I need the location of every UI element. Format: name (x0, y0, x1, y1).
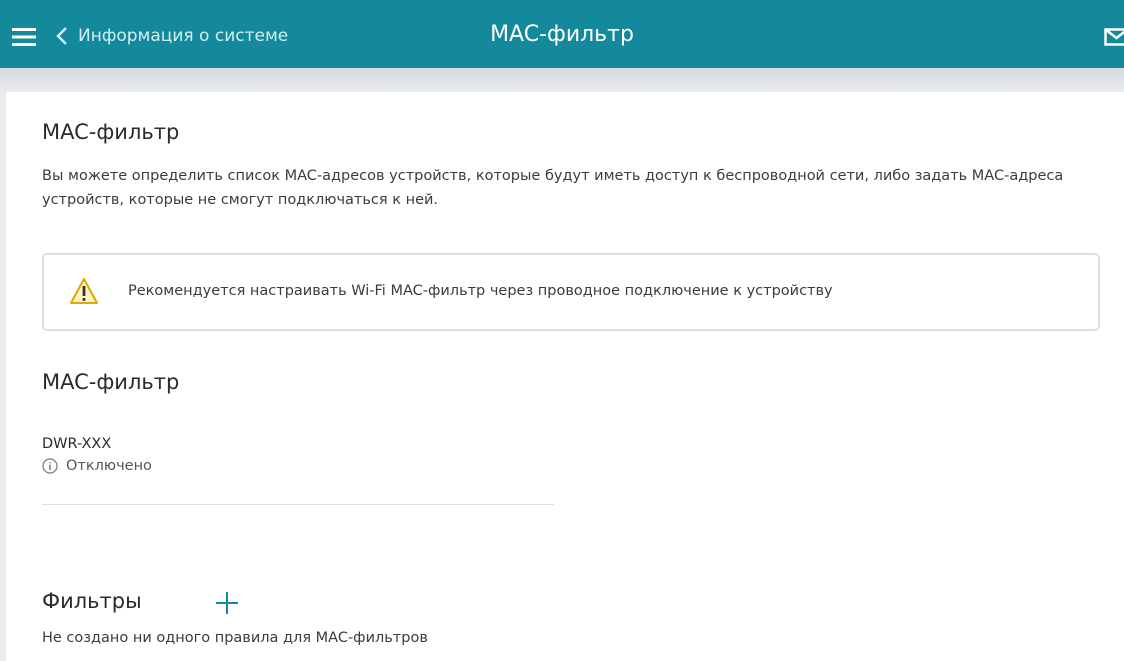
filters-empty-message: Не создано ни одного правила для MAC-фил… (42, 630, 428, 646)
divider (42, 504, 554, 505)
mac-filter-section-title: MAC-фильтр (42, 370, 180, 394)
device-status-label: Отключено (66, 458, 152, 474)
warning-box: Рекомендуется настраивать Wi-Fi MAC-филь… (42, 253, 1100, 331)
mail-icon[interactable] (1104, 28, 1124, 46)
header-shadow (0, 68, 1124, 92)
back-button-label: Информация о системе (78, 26, 289, 46)
chevron-left-icon (56, 27, 67, 45)
filters-section-title: Фильтры (42, 589, 142, 613)
top-bar: Информация о системе MAC-фильтр (0, 0, 1124, 68)
back-button[interactable]: Информация о системе (56, 24, 288, 48)
intro-description: Вы можете определить список MAC-адресов … (42, 168, 1064, 208)
intro-title: MAC-фильтр (42, 120, 180, 144)
add-filter-button[interactable] (214, 590, 240, 616)
plus-icon (216, 592, 238, 614)
warning-text: Рекомендуется настраивать Wi-Fi MAC-филь… (128, 283, 833, 299)
warning-triangle-icon (70, 278, 98, 304)
info-icon (42, 458, 58, 474)
device-status: Отключено (42, 458, 152, 474)
hamburger-menu-icon[interactable] (12, 28, 36, 46)
device-name[interactable]: DWR-XXX (42, 436, 111, 452)
